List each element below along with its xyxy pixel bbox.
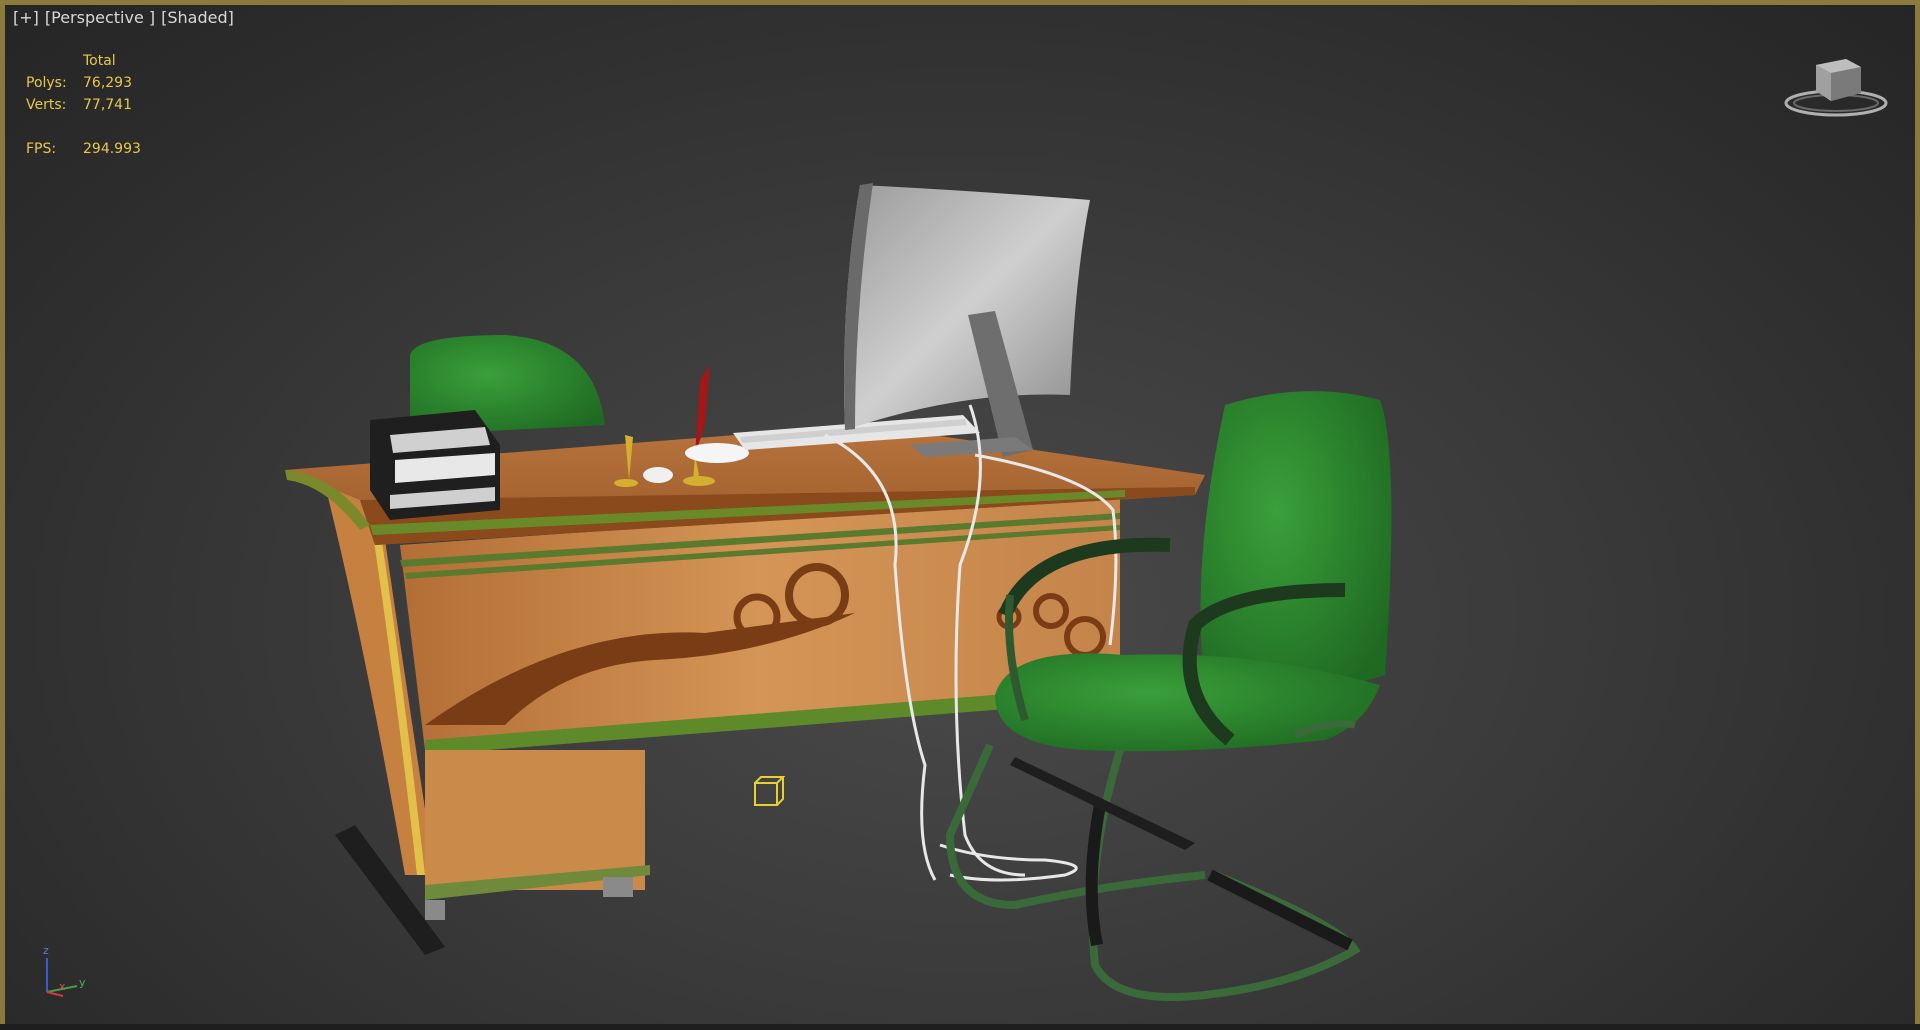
viewport-bottom-edge: [0, 1024, 1920, 1030]
desk-drawer-pedestal: [425, 750, 650, 920]
perspective-viewport[interactable]: [+] [Perspective ] [Shaded] Total Polys:…: [0, 0, 1920, 1030]
mouse[interactable]: [685, 443, 749, 463]
eraser: [643, 467, 673, 483]
monitor[interactable]: [844, 183, 1090, 457]
cube-gizmo-icon[interactable]: [754, 776, 786, 806]
paper-tray[interactable]: [370, 410, 500, 520]
scene-render: [285, 183, 1392, 1001]
axis-z-label: z: [43, 944, 49, 957]
axis-y-label: y: [79, 976, 86, 989]
axis-tripod-icon: z x y: [43, 944, 86, 997]
axis-x-label: x: [59, 980, 66, 993]
